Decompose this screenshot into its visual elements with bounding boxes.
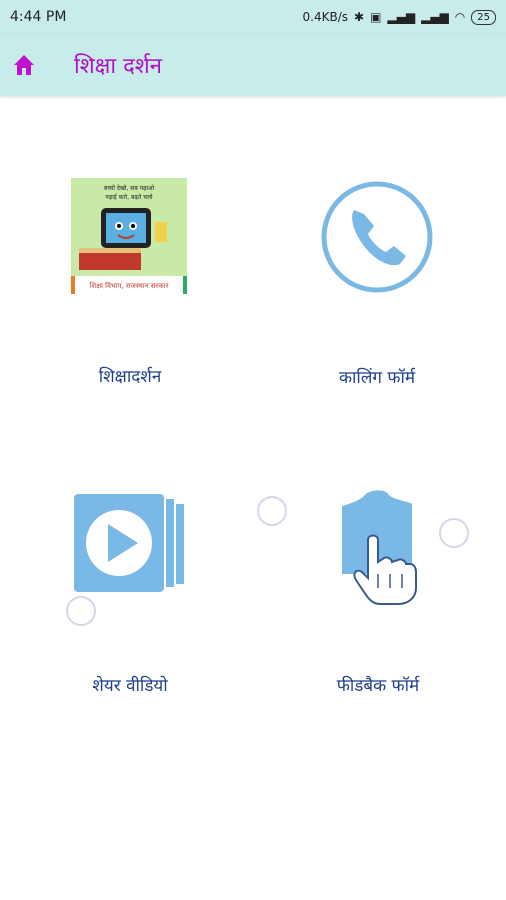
tile-label-feedback-form: फीडबैक फॉर्म — [336, 676, 420, 696]
signal-4g-icon: ▂▄▆ — [421, 10, 449, 24]
play-video-icon — [74, 494, 184, 592]
logo-bottom-text: शिक्षा विभाग, राजस्थान सरकार — [90, 281, 169, 290]
status-icons: 0.4KB/s ✱ ▣ ▂▄▆ ▂▄▆ ◠ 25 — [302, 9, 496, 25]
status-time: 4:44 PM — [10, 9, 67, 25]
battery-icon: 25 — [471, 9, 496, 25]
wifi-icon: ◠ — [454, 10, 466, 24]
network-speed: 0.4KB/s — [302, 10, 348, 24]
logo-top-text-2: पढ़ाई करो, बढ़ते चलो — [105, 193, 153, 201]
home-icon — [14, 55, 34, 75]
vibrate-icon: ▣ — [370, 10, 382, 24]
decorative-ring — [439, 518, 469, 548]
shiksha-darshan-logo: बच्चों देखो, सब पढ़ाओ पढ़ाई करो, बढ़ते च… — [71, 178, 187, 294]
decorative-ring — [66, 596, 96, 626]
tile-label-shiksha-darshan: शिक्षादर्शन — [98, 367, 162, 387]
logo-top-text-1: बच्चों देखो, सब पढ़ाओ — [104, 184, 155, 192]
decorative-ring — [257, 496, 287, 526]
bluetooth-icon: ✱ — [354, 10, 365, 24]
tile-label-share-video: शेयर वीडियो — [92, 676, 168, 696]
tile-label-calling-form: कालिंग फॉर्म — [338, 368, 416, 388]
feedback-hand-icon — [342, 490, 417, 605]
phone-icon — [321, 181, 433, 293]
home-button[interactable] — [10, 51, 38, 79]
signal-icon: ▂▄▆ — [387, 10, 416, 24]
app-bar: शिक्षा दर्शन — [0, 34, 506, 96]
status-bar: 4:44 PM 0.4KB/s ✱ ▣ ▂▄▆ ▂▄▆ ◠ 25 — [0, 0, 506, 34]
app-title: शिक्षा दर्शन — [74, 54, 162, 79]
